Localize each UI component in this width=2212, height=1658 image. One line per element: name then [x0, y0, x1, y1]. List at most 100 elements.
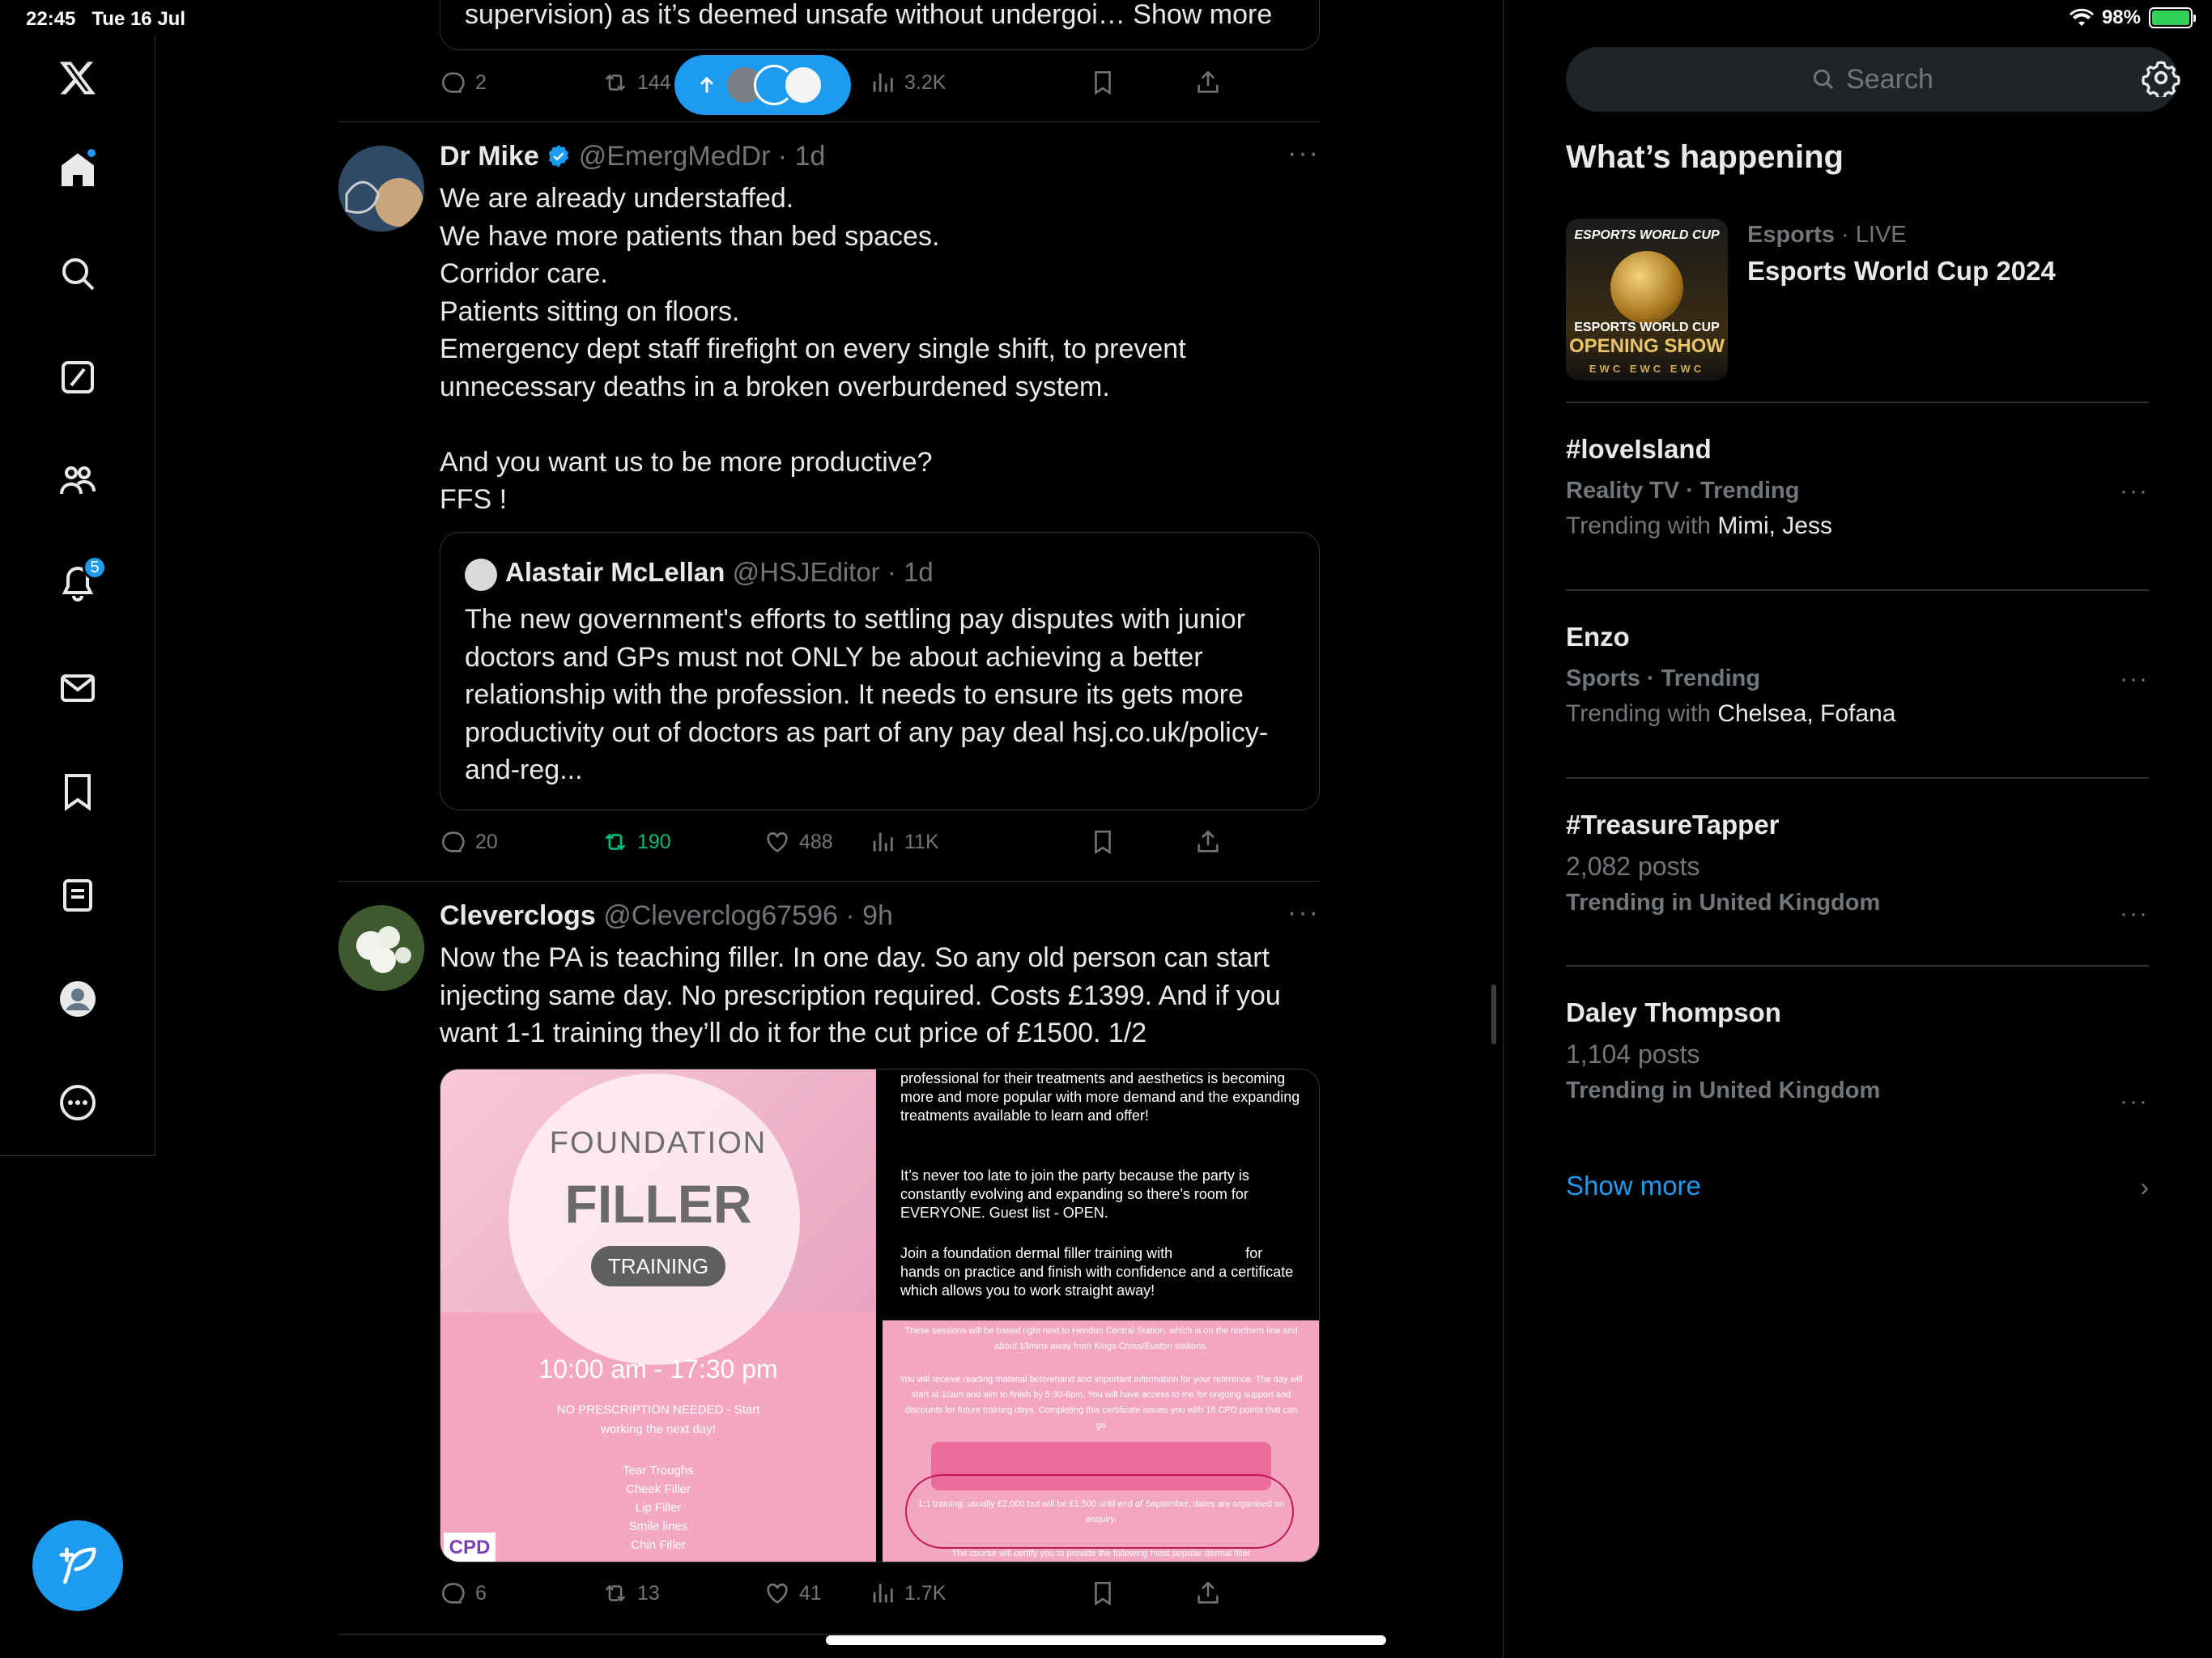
quote-time: · 1d	[887, 557, 934, 587]
messages-icon[interactable]	[52, 662, 104, 714]
repost-button[interactable]: 13	[602, 1575, 660, 1611]
tweet-media-grid[interactable]: FOUNDATION FILLER TRAINING 10:00 am - 17…	[440, 1069, 1320, 1562]
author-handle[interactable]: @Cleverclog67596	[603, 900, 838, 931]
views-count: 3.2K	[904, 70, 946, 94]
arrow-up-icon	[700, 76, 714, 93]
search-icon[interactable]	[52, 248, 104, 300]
repost-button[interactable]: 144	[602, 65, 671, 100]
truncated-quote-card[interactable]: supervision) as it’s deemed unsafe witho…	[440, 0, 1320, 50]
bookmark-button[interactable]	[1089, 824, 1117, 860]
reply-button[interactable]: 20	[440, 824, 498, 860]
quote-text: The new government's efforts to settling…	[465, 604, 1269, 785]
flyer-line1: FOUNDATION	[549, 1126, 768, 1160]
trend-post-count: 2,082 posts	[1566, 852, 1700, 881]
trend-item[interactable]: #TreasureTapper 2,082 posts Trending in …	[1566, 810, 2149, 927]
avatar[interactable]	[338, 905, 424, 991]
trend-item[interactable]: Daley Thompson 1,104 posts Trending in U…	[1566, 997, 2149, 1115]
trend-more-icon[interactable]: ···	[2120, 900, 2149, 928]
views-button[interactable]: 3.2K	[869, 65, 946, 100]
search-placeholder: Search	[1846, 63, 1933, 95]
chevron-right-icon: ›	[2140, 1172, 2149, 1201]
share-button[interactable]	[1194, 824, 1222, 860]
notifications-icon[interactable]: 5	[52, 555, 107, 610]
heart-icon	[767, 1584, 788, 1604]
truncated-text: supervision) as it’s deemed unsafe witho…	[465, 0, 1125, 30]
author-handle[interactable]: @EmergMedDr	[579, 141, 771, 172]
featured-meta: Esports · LIVE	[1747, 222, 1907, 248]
repost-button[interactable]: 190	[602, 824, 671, 860]
more-icon[interactable]	[52, 1077, 104, 1129]
flyer-list: Tear Troughs Cheek Filler Lip Filler Smile …	[623, 1464, 694, 1552]
divider	[1566, 965, 2149, 967]
trend-meta: Trending in United Kingdom	[1566, 1078, 1881, 1103]
bookmark-icon	[1095, 830, 1111, 855]
like-button[interactable]: 41	[764, 1575, 822, 1611]
bookmark-button[interactable]	[1089, 1575, 1117, 1611]
show-more-link[interactable]: Show more ›	[1566, 1171, 2149, 1206]
trend-more-icon[interactable]: ···	[2120, 478, 2149, 505]
quoted-tweet[interactable]: Alastair McLellan @HSJEditor · 1d The ne…	[440, 532, 1320, 810]
reply-button[interactable]: 6	[440, 1575, 487, 1611]
home-icon[interactable]	[52, 144, 104, 196]
views-button[interactable]: 1.7K	[869, 1575, 946, 1611]
search-input[interactable]: Search	[1566, 47, 2178, 112]
tweet-actions: 6 13 41 1.7K	[440, 1575, 1322, 1611]
share-button[interactable]	[1194, 65, 1222, 100]
tweet-header: Cleverclogs @Cleverclog67596 · 9h	[440, 900, 893, 932]
bookmark-button[interactable]	[1089, 65, 1117, 100]
bookmarks-icon[interactable]	[52, 766, 104, 818]
media-image-text[interactable]: professional for their treatments and ae…	[883, 1069, 1319, 1562]
trend-more-icon[interactable]: ···	[2120, 1088, 2149, 1116]
reply-button[interactable]: 2	[440, 65, 487, 100]
home-indicator[interactable]	[826, 1635, 1386, 1645]
bookmark-icon	[1095, 1581, 1111, 1606]
show-more-label: Show more	[1566, 1171, 1701, 1201]
tweet-header: Dr Mike @EmergMedDr · 1d	[440, 141, 825, 172]
share-icon	[1197, 1581, 1219, 1604]
notifications-badge: 5	[83, 555, 107, 580]
views-icon	[873, 1584, 893, 1603]
trend-meta: Reality TV · Trending	[1566, 478, 1800, 504]
tweet-text: We are already understaffed. We have mor…	[440, 183, 1186, 515]
new-posts-pill[interactable]	[674, 55, 851, 115]
tweet-time: · 1d	[777, 141, 826, 172]
trend-title: #TreasureTapper	[1566, 810, 1780, 840]
communities-icon[interactable]	[52, 455, 104, 507]
flyer-line2: FILLER	[564, 1174, 752, 1234]
quote-author-name: Alastair McLellan	[505, 557, 725, 587]
verified-badge-icon	[549, 145, 569, 168]
trend-featured[interactable]: ESPORTS WORLD CUP ESPORTS WORLD CUP OPEN…	[1566, 219, 2149, 380]
lists-icon[interactable]	[52, 869, 104, 921]
author-name[interactable]: Dr Mike	[440, 141, 539, 172]
trend-item[interactable]: #loveIsland Reality TV · Trending Trendi…	[1566, 434, 2149, 540]
settings-gear-icon[interactable]	[2142, 58, 2180, 100]
more-options-icon[interactable]: ···	[1287, 138, 1320, 169]
media-text-p2: It’s never too late to join the party be…	[900, 1167, 1249, 1221]
show-more-link[interactable]: Show more	[1133, 0, 1272, 30]
views-button[interactable]: 11K	[869, 824, 939, 860]
trend-more-icon[interactable]: ···	[2120, 665, 2149, 693]
thumb-bottom-text: OPENING SHOW	[1568, 335, 1725, 357]
share-button[interactable]	[1194, 1575, 1222, 1611]
media-image-flyer[interactable]: FOUNDATION FILLER TRAINING 10:00 am - 17…	[440, 1069, 876, 1562]
profile-icon[interactable]	[52, 973, 104, 1025]
tweet-time: · 9h	[845, 900, 893, 931]
repost-count: 13	[637, 1581, 660, 1605]
pink-text-4: The course will certify you to provide t…	[951, 1549, 1251, 1558]
thumb-top-text: ESPORTS WORLD CUP	[1574, 228, 1720, 242]
more-options-icon[interactable]: ···	[1287, 897, 1320, 929]
trend-post-count: 1,104 posts	[1566, 1039, 1700, 1069]
repost-icon	[605, 74, 626, 91]
media-text-p1: professional for their treatments and ae…	[900, 1070, 1300, 1124]
thumb-footer-text: EWC EWC EWC	[1589, 363, 1705, 375]
x-logo-icon[interactable]	[52, 52, 104, 104]
avatar[interactable]	[338, 146, 424, 232]
author-name[interactable]: Cleverclogs	[440, 900, 596, 931]
grok-icon[interactable]	[52, 351, 104, 403]
trend-title: Daley Thompson	[1566, 997, 1781, 1027]
compose-post-button[interactable]	[32, 1520, 123, 1611]
scroll-indicator[interactable]	[1491, 984, 1496, 1044]
trend-item[interactable]: Enzo Sports · Trending Trending with Che…	[1566, 622, 2149, 728]
cpd-logo: CPD	[444, 1533, 496, 1562]
like-button[interactable]: 488	[764, 824, 833, 860]
